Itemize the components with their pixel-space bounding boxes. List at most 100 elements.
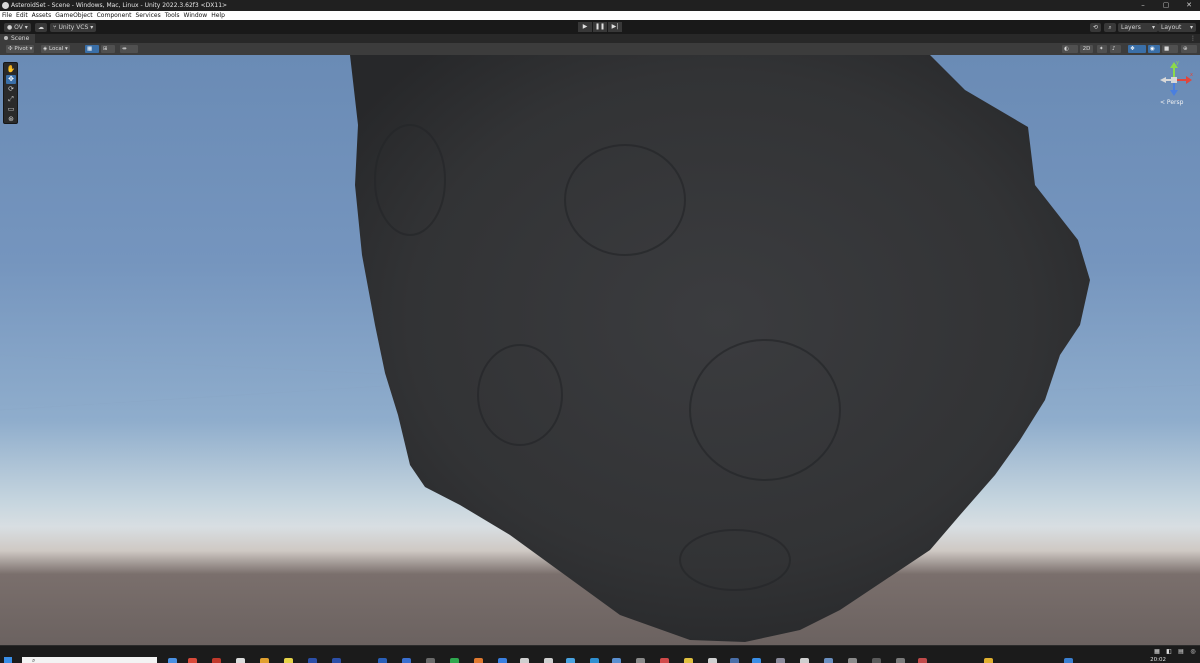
effects-icon: ❖ [1130, 46, 1135, 52]
pivot-dropdown[interactable]: ✣ Pivot ▾ [6, 45, 35, 53]
app-icon[interactable] [498, 658, 507, 663]
menu-file[interactable]: File [2, 11, 12, 20]
orientation-gizmo[interactable]: y x < Persp [1152, 60, 1196, 110]
network-icon[interactable]: ▦ [1154, 649, 1160, 655]
transform-icon: ⊛ [8, 115, 14, 123]
audio-toggle[interactable]: ♪ [1110, 45, 1121, 53]
local-dropdown[interactable]: ◈ Local ▾ [41, 45, 70, 53]
app-icon[interactable] [378, 658, 387, 663]
app-icon[interactable] [824, 658, 833, 663]
increment-snap-dropdown[interactable]: ⇹ [120, 45, 138, 53]
perspective-label[interactable]: < Persp [1160, 99, 1183, 106]
history-icon: ⟲ [1093, 24, 1099, 31]
app-icon[interactable] [426, 658, 435, 663]
app-icon[interactable] [284, 658, 293, 663]
start-icon[interactable] [4, 657, 12, 663]
hidden-objects-toggle[interactable]: ◉ [1148, 45, 1160, 53]
mode-2d-toggle[interactable]: 2D [1080, 45, 1093, 53]
scene-viewport[interactable] [0, 55, 1200, 645]
app-icon[interactable] [590, 658, 599, 663]
app-icon[interactable] [236, 658, 245, 663]
layers-dropdown[interactable]: Layers ▾ [1118, 23, 1158, 32]
rotate-icon: ⟳ [8, 85, 14, 93]
step-icon: ▶| [611, 23, 619, 30]
app-icon[interactable] [168, 658, 177, 663]
notifications-icon[interactable]: ◎ [1190, 649, 1196, 655]
app-icon[interactable] [918, 658, 927, 663]
menu-services[interactable]: Services [135, 11, 160, 20]
camera-dropdown[interactable]: ■ [1162, 45, 1178, 53]
menu-assets[interactable]: Assets [32, 11, 52, 20]
app-icon[interactable] [260, 658, 269, 663]
menu-component[interactable]: Component [97, 11, 132, 20]
snap-grid-icon: ⊞ [103, 46, 108, 52]
cloud-button[interactable]: ☁ [35, 23, 47, 32]
close-button[interactable]: ✕ [1178, 0, 1200, 11]
layout-dropdown[interactable]: Layout ▾ [1158, 23, 1196, 32]
gizmos-dropdown[interactable]: ⊕ [1181, 45, 1197, 53]
tab-scene[interactable]: Scene [0, 34, 36, 43]
app-icon[interactable] [402, 658, 411, 663]
app-icon[interactable] [984, 658, 993, 663]
eye-icon: ◉ [1150, 46, 1155, 52]
lightbulb-icon: ✦ [1099, 46, 1104, 52]
app-icon[interactable] [566, 658, 575, 663]
battery-icon[interactable]: ▤ [1178, 649, 1184, 655]
app-icon[interactable] [776, 658, 785, 663]
search-icon: ⌕ [32, 657, 36, 663]
app-icon[interactable] [896, 658, 905, 663]
rect-tool[interactable]: ▭ [6, 105, 16, 114]
grid-snap-dropdown[interactable]: ⊞ [101, 45, 115, 53]
transform-tool[interactable]: ⊛ [6, 115, 16, 124]
play-button[interactable]: ▶ [578, 22, 592, 32]
app-icon[interactable] [612, 658, 621, 663]
app-icon[interactable] [660, 658, 669, 663]
move-tool[interactable]: ✥ [6, 75, 16, 84]
asteroid [350, 55, 1090, 642]
minimize-button[interactable]: – [1132, 0, 1154, 11]
menu-gameobject[interactable]: GameObject [55, 11, 92, 20]
hand-tool[interactable]: ✋ [6, 65, 16, 74]
effects-dropdown[interactable]: ❖ [1128, 45, 1146, 53]
menu-edit[interactable]: Edit [16, 11, 28, 20]
app-icon[interactable] [730, 658, 739, 663]
app-icon[interactable] [848, 658, 857, 663]
taskbar-clock[interactable]: 20:02 [1150, 657, 1166, 663]
app-icon[interactable] [308, 658, 317, 663]
taskbar-search-box[interactable]: ⌕ [22, 657, 157, 663]
app-icon[interactable] [332, 658, 341, 663]
maximize-button[interactable]: ▢ [1155, 0, 1177, 11]
app-icon[interactable] [708, 658, 717, 663]
menu-tools[interactable]: Tools [165, 11, 180, 20]
account-dropdown[interactable]: ● OV ▾ [4, 23, 31, 32]
grid-toggle[interactable]: ▦ [85, 45, 99, 53]
volume-icon[interactable]: ◧ [1166, 649, 1172, 655]
menu-help[interactable]: Help [211, 11, 225, 20]
app-icon[interactable] [636, 658, 645, 663]
tool-palette: ✋ ✥ ⟳ ⤢ ▭ ⊛ [3, 62, 18, 124]
app-icon[interactable] [520, 658, 529, 663]
search-button[interactable]: ⌕ [1104, 23, 1116, 32]
step-button[interactable]: ▶| [608, 22, 622, 32]
app-icon[interactable] [188, 658, 197, 663]
app-icon[interactable] [872, 658, 881, 663]
pause-button[interactable]: ❚❚ [593, 22, 607, 32]
chevron-down-icon: ▾ [1189, 24, 1193, 31]
app-icon[interactable] [684, 658, 693, 663]
lighting-toggle[interactable]: ✦ [1097, 45, 1107, 53]
branch-icon: ⑂ [53, 24, 57, 31]
vcs-dropdown[interactable]: ⑂ Unity VCS ▾ [50, 23, 97, 32]
app-icon[interactable] [212, 658, 221, 663]
app-icon[interactable] [1064, 658, 1073, 663]
app-icon[interactable] [544, 658, 553, 663]
app-icon[interactable] [800, 658, 809, 663]
menu-window[interactable]: Window [184, 11, 208, 20]
history-button[interactable]: ⟲ [1090, 23, 1101, 32]
app-icon[interactable] [450, 658, 459, 663]
draw-mode-dropdown[interactable]: ◐ [1062, 45, 1078, 53]
app-icon[interactable] [474, 658, 483, 663]
app-icon[interactable] [752, 658, 761, 663]
more-options-icon[interactable]: ⋮ [1190, 34, 1196, 43]
rotate-tool[interactable]: ⟳ [6, 85, 16, 94]
scale-tool[interactable]: ⤢ [6, 95, 16, 104]
